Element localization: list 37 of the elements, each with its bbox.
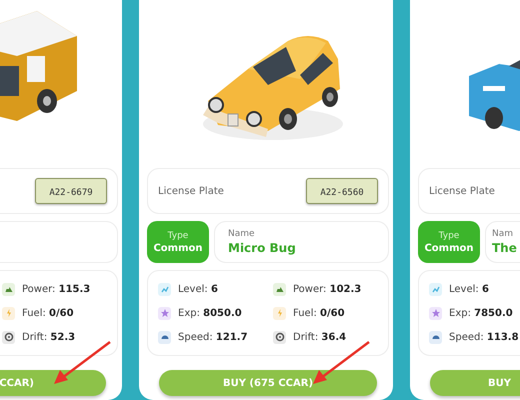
type-value: Common bbox=[153, 242, 203, 254]
car-name: The bbox=[492, 241, 517, 255]
stat-value: Power: 102.3 bbox=[293, 284, 362, 294]
stat-value: Exp: 8050.0 bbox=[178, 308, 242, 318]
stat-value: Drift: 36.4 bbox=[293, 332, 346, 342]
license-plate-label: License Plate bbox=[158, 186, 224, 196]
speed-icon bbox=[158, 330, 171, 344]
fuel-icon bbox=[273, 306, 286, 320]
buy-button[interactable]: BUY bbox=[430, 370, 520, 396]
license-plate: A22-6679 bbox=[35, 178, 107, 204]
level-icon bbox=[158, 282, 171, 296]
name-label: Nam bbox=[492, 229, 514, 239]
buy-button[interactable]: BUY (675 CCAR) bbox=[159, 370, 377, 396]
stat-value: Exp: 7850.0 bbox=[449, 308, 513, 318]
car-name: Micro Bug bbox=[228, 241, 296, 255]
license-plate: A22-6560 bbox=[306, 178, 378, 204]
stat-value: Speed: 113.8 bbox=[449, 332, 519, 342]
stat-value: Fuel: 0/60 bbox=[22, 308, 74, 318]
exp-icon bbox=[158, 306, 171, 320]
stat-value: Fuel: 0/60 bbox=[293, 308, 345, 318]
stat-value: Level: 6 bbox=[178, 284, 218, 294]
type-value: Common bbox=[424, 242, 474, 254]
stat-value: Speed: 121.7 bbox=[178, 332, 248, 342]
level-icon bbox=[429, 282, 442, 296]
type-label: Type bbox=[438, 230, 460, 240]
stat-value: Level: 6 bbox=[449, 284, 489, 294]
name-label: Name bbox=[228, 229, 255, 239]
stat-value: Drift: 52.3 bbox=[22, 332, 76, 342]
license-plate-label: License Plate bbox=[429, 186, 495, 196]
power-icon bbox=[273, 282, 286, 296]
exp-icon bbox=[429, 306, 442, 320]
speed-icon bbox=[429, 330, 442, 344]
fuel-icon bbox=[2, 306, 15, 320]
type-label: Type bbox=[168, 230, 188, 240]
drift-icon bbox=[273, 330, 286, 344]
buy-button[interactable]: CCAR) bbox=[0, 370, 106, 396]
stat-value: Power: 115.3 bbox=[22, 284, 90, 294]
